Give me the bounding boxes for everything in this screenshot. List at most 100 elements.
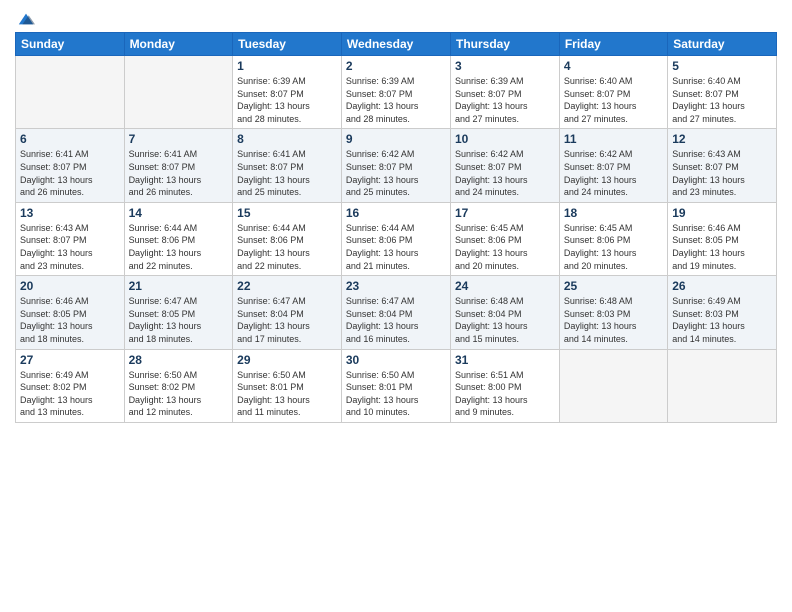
calendar-cell xyxy=(559,349,667,422)
calendar-cell: 29 Sunrise: 6:50 AM Sunset: 8:01 PM Dayli… xyxy=(233,349,342,422)
calendar-cell: 4 Sunrise: 6:40 AM Sunset: 8:07 PM Daylig… xyxy=(559,56,667,129)
day-info: Sunrise: 6:47 AM Sunset: 8:04 PM Dayligh… xyxy=(237,295,337,345)
day-number: 5 xyxy=(672,59,772,73)
day-info: Sunrise: 6:42 AM Sunset: 8:07 PM Dayligh… xyxy=(564,148,663,198)
weekday-header-tuesday: Tuesday xyxy=(233,33,342,56)
day-info: Sunrise: 6:39 AM Sunset: 8:07 PM Dayligh… xyxy=(455,75,555,125)
calendar-cell: 9 Sunrise: 6:42 AM Sunset: 8:07 PM Daylig… xyxy=(341,129,450,202)
calendar-cell: 22 Sunrise: 6:47 AM Sunset: 8:04 PM Dayli… xyxy=(233,276,342,349)
weekday-header-sunday: Sunday xyxy=(16,33,125,56)
calendar-cell: 11 Sunrise: 6:42 AM Sunset: 8:07 PM Dayli… xyxy=(559,129,667,202)
calendar-cell: 2 Sunrise: 6:39 AM Sunset: 8:07 PM Daylig… xyxy=(341,56,450,129)
page: SundayMondayTuesdayWednesdayThursdayFrid… xyxy=(0,0,792,612)
day-number: 9 xyxy=(346,132,446,146)
day-number: 10 xyxy=(455,132,555,146)
day-info: Sunrise: 6:49 AM Sunset: 8:03 PM Dayligh… xyxy=(672,295,772,345)
weekday-header-saturday: Saturday xyxy=(668,33,777,56)
calendar-cell: 25 Sunrise: 6:48 AM Sunset: 8:03 PM Dayli… xyxy=(559,276,667,349)
calendar-cell: 5 Sunrise: 6:40 AM Sunset: 8:07 PM Daylig… xyxy=(668,56,777,129)
day-info: Sunrise: 6:46 AM Sunset: 8:05 PM Dayligh… xyxy=(20,295,120,345)
calendar-cell: 27 Sunrise: 6:49 AM Sunset: 8:02 PM Dayli… xyxy=(16,349,125,422)
day-number: 4 xyxy=(564,59,663,73)
day-number: 11 xyxy=(564,132,663,146)
day-info: Sunrise: 6:40 AM Sunset: 8:07 PM Dayligh… xyxy=(672,75,772,125)
day-number: 31 xyxy=(455,353,555,367)
day-number: 23 xyxy=(346,279,446,293)
day-info: Sunrise: 6:44 AM Sunset: 8:06 PM Dayligh… xyxy=(346,222,446,272)
day-number: 30 xyxy=(346,353,446,367)
calendar-cell: 17Sunrise: 6:45 AM Sunset: 8:06 PM Dayli… xyxy=(451,202,560,275)
logo xyxy=(15,10,35,24)
day-info: Sunrise: 6:41 AM Sunset: 8:07 PM Dayligh… xyxy=(20,148,120,198)
day-number: 21 xyxy=(129,279,229,293)
calendar-cell: 30 Sunrise: 6:50 AM Sunset: 8:01 PM Dayli… xyxy=(341,349,450,422)
day-number: 26 xyxy=(672,279,772,293)
calendar-cell: 20 Sunrise: 6:46 AM Sunset: 8:05 PM Dayli… xyxy=(16,276,125,349)
day-info: Sunrise: 6:50 AM Sunset: 8:02 PM Dayligh… xyxy=(129,369,229,419)
calendar-cell: 14 Sunrise: 6:44 AM Sunset: 8:06 PM Dayli… xyxy=(124,202,233,275)
day-info: Sunrise: 6:41 AM Sunset: 8:07 PM Dayligh… xyxy=(129,148,229,198)
day-info: Sunrise: 6:50 AM Sunset: 8:01 PM Dayligh… xyxy=(237,369,337,419)
calendar-cell: 7Sunrise: 6:41 AM Sunset: 8:07 PM Daylig… xyxy=(124,129,233,202)
calendar-week-3: 13 Sunrise: 6:43 AM Sunset: 8:07 PM Dayli… xyxy=(16,202,777,275)
calendar-cell: 13 Sunrise: 6:43 AM Sunset: 8:07 PM Dayli… xyxy=(16,202,125,275)
calendar-cell: 10 Sunrise: 6:42 AM Sunset: 8:07 PM Dayli… xyxy=(451,129,560,202)
day-number: 16 xyxy=(346,206,446,220)
day-info: Sunrise: 6:40 AM Sunset: 8:07 PM Dayligh… xyxy=(564,75,663,125)
day-info: Sunrise: 6:50 AM Sunset: 8:01 PM Dayligh… xyxy=(346,369,446,419)
day-info: Sunrise: 6:49 AM Sunset: 8:02 PM Dayligh… xyxy=(20,369,120,419)
day-number: 13 xyxy=(20,206,120,220)
day-info: Sunrise: 6:42 AM Sunset: 8:07 PM Dayligh… xyxy=(346,148,446,198)
calendar-week-5: 27 Sunrise: 6:49 AM Sunset: 8:02 PM Dayli… xyxy=(16,349,777,422)
day-info: Sunrise: 6:45 AM Sunset: 8:06 PM Dayligh… xyxy=(564,222,663,272)
header xyxy=(15,10,777,24)
calendar-cell: 12 Sunrise: 6:43 AM Sunset: 8:07 PM Dayli… xyxy=(668,129,777,202)
day-info: Sunrise: 6:42 AM Sunset: 8:07 PM Dayligh… xyxy=(455,148,555,198)
calendar-cell xyxy=(124,56,233,129)
day-number: 27 xyxy=(20,353,120,367)
calendar-cell xyxy=(668,349,777,422)
calendar-week-4: 20 Sunrise: 6:46 AM Sunset: 8:05 PM Dayli… xyxy=(16,276,777,349)
day-info: Sunrise: 6:43 AM Sunset: 8:07 PM Dayligh… xyxy=(20,222,120,272)
weekday-header-row: SundayMondayTuesdayWednesdayThursdayFrid… xyxy=(16,33,777,56)
day-number: 18 xyxy=(564,206,663,220)
calendar-cell xyxy=(16,56,125,129)
day-number: 6 xyxy=(20,132,120,146)
calendar-cell: 19 Sunrise: 6:46 AM Sunset: 8:05 PM Dayli… xyxy=(668,202,777,275)
calendar-cell: 31 Sunrise: 6:51 AM Sunset: 8:00 PM Dayli… xyxy=(451,349,560,422)
weekday-header-friday: Friday xyxy=(559,33,667,56)
calendar-cell: 26 Sunrise: 6:49 AM Sunset: 8:03 PM Dayli… xyxy=(668,276,777,349)
calendar-cell: 21 Sunrise: 6:47 AM Sunset: 8:05 PM Dayli… xyxy=(124,276,233,349)
day-number: 8 xyxy=(237,132,337,146)
day-number: 17 xyxy=(455,206,555,220)
day-number: 22 xyxy=(237,279,337,293)
calendar-cell: 15Sunrise: 6:44 AM Sunset: 8:06 PM Dayli… xyxy=(233,202,342,275)
day-number: 24 xyxy=(455,279,555,293)
day-info: Sunrise: 6:47 AM Sunset: 8:04 PM Dayligh… xyxy=(346,295,446,345)
day-info: Sunrise: 6:43 AM Sunset: 8:07 PM Dayligh… xyxy=(672,148,772,198)
day-number: 25 xyxy=(564,279,663,293)
day-info: Sunrise: 6:41 AM Sunset: 8:07 PM Dayligh… xyxy=(237,148,337,198)
calendar-cell: 16 Sunrise: 6:44 AM Sunset: 8:06 PM Dayli… xyxy=(341,202,450,275)
logo-icon xyxy=(17,10,35,28)
weekday-header-thursday: Thursday xyxy=(451,33,560,56)
day-number: 15 xyxy=(237,206,337,220)
day-number: 14 xyxy=(129,206,229,220)
calendar-week-1: 1Sunrise: 6:39 AM Sunset: 8:07 PM Daylig… xyxy=(16,56,777,129)
day-number: 29 xyxy=(237,353,337,367)
day-number: 12 xyxy=(672,132,772,146)
day-info: Sunrise: 6:39 AM Sunset: 8:07 PM Dayligh… xyxy=(346,75,446,125)
weekday-header-wednesday: Wednesday xyxy=(341,33,450,56)
day-info: Sunrise: 6:47 AM Sunset: 8:05 PM Dayligh… xyxy=(129,295,229,345)
day-info: Sunrise: 6:44 AM Sunset: 8:06 PM Dayligh… xyxy=(129,222,229,272)
day-info: Sunrise: 6:51 AM Sunset: 8:00 PM Dayligh… xyxy=(455,369,555,419)
calendar-cell: 24Sunrise: 6:48 AM Sunset: 8:04 PM Dayli… xyxy=(451,276,560,349)
day-info: Sunrise: 6:46 AM Sunset: 8:05 PM Dayligh… xyxy=(672,222,772,272)
calendar-cell: 8 Sunrise: 6:41 AM Sunset: 8:07 PM Daylig… xyxy=(233,129,342,202)
calendar-cell: 23 Sunrise: 6:47 AM Sunset: 8:04 PM Dayli… xyxy=(341,276,450,349)
day-number: 19 xyxy=(672,206,772,220)
calendar-cell: 1Sunrise: 6:39 AM Sunset: 8:07 PM Daylig… xyxy=(233,56,342,129)
day-info: Sunrise: 6:48 AM Sunset: 8:03 PM Dayligh… xyxy=(564,295,663,345)
day-number: 20 xyxy=(20,279,120,293)
day-number: 2 xyxy=(346,59,446,73)
